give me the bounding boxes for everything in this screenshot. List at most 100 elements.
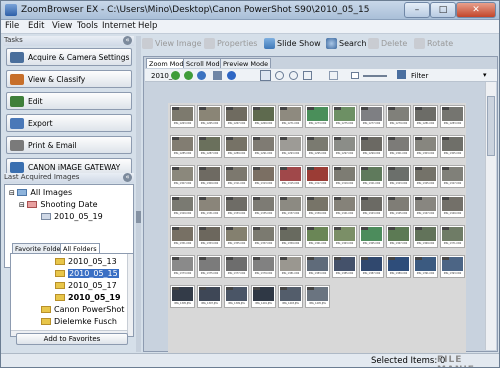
task-button-4[interactable]: Print & Email [6, 136, 132, 154]
image-thumbnail[interactable]: IMG_1301.CR2 [386, 135, 411, 158]
expand-icon[interactable] [329, 71, 338, 80]
panel-splitter[interactable] [136, 36, 141, 352]
forward-icon[interactable] [184, 71, 193, 80]
zoom-out-icon[interactable] [289, 71, 298, 80]
image-thumbnail[interactable]: IMG_1267.CR2 [224, 105, 249, 128]
image-thumbnail[interactable]: IMG_1279.CR2 [386, 105, 411, 128]
image-thumbnail[interactable]: IMG_1307.CR2 [170, 165, 195, 188]
display-options-icon[interactable] [213, 71, 222, 80]
menu-edit[interactable]: Edit [28, 21, 44, 31]
image-thumbnail[interactable]: IMG_1331.CR2 [197, 195, 222, 218]
image-thumbnail[interactable]: IMG_1275.CR2 [332, 105, 357, 128]
image-thumbnail[interactable]: IMG_1283.CR2 [440, 105, 465, 128]
filter-label[interactable]: Filter [411, 72, 428, 80]
task-button-0[interactable]: Acquire & Camera Settings [6, 48, 132, 66]
up-folder-icon[interactable] [197, 71, 206, 80]
collapse-icon[interactable]: « [123, 36, 132, 45]
tree-node-all-images[interactable]: ⊟ All Images [9, 188, 72, 197]
image-thumbnail[interactable]: IMG_1309.CR2 [197, 165, 222, 188]
image-thumbnail[interactable]: IMG_1287.CR2 [197, 135, 222, 158]
filter-icon[interactable] [397, 70, 406, 79]
close-button[interactable]: ✕ [456, 2, 496, 18]
image-thumbnail[interactable]: IMG_1401.JPG [251, 285, 276, 308]
image-thumbnail[interactable]: IMG_1335.CR2 [251, 195, 276, 218]
image-thumbnail[interactable]: IMG_1351.CR2 [170, 225, 195, 248]
image-thumbnail[interactable]: IMG_1379.CR2 [251, 255, 276, 278]
minimize-button[interactable]: – [404, 2, 430, 18]
properties-button[interactable]: Properties [204, 38, 257, 52]
add-to-favorites-button[interactable]: Add to Favorites [16, 333, 128, 345]
image-thumbnail[interactable]: IMG_1399.JPG [224, 285, 249, 308]
image-thumbnail[interactable]: IMG_1269.CR2 [251, 105, 276, 128]
image-thumbnail[interactable]: IMG_1355.CR2 [224, 225, 249, 248]
image-thumbnail[interactable]: IMG_1325.CR2 [413, 165, 438, 188]
task-button-1[interactable]: View & Classify [6, 70, 132, 88]
image-thumbnail[interactable]: IMG_1277.CR2 [359, 105, 384, 128]
image-thumbnail[interactable]: IMG_1359.CR2 [278, 225, 303, 248]
image-thumbnail[interactable]: IMG_1315.CR2 [278, 165, 303, 188]
image-thumbnail[interactable]: IMG_1285.CR2 [170, 135, 195, 158]
task-button-3[interactable]: Export [6, 114, 132, 132]
slideshow-button[interactable]: Slide Show [264, 38, 321, 52]
image-thumbnail[interactable]: IMG_1329.CR2 [170, 195, 195, 218]
tab-all-folders[interactable]: All Folders [60, 243, 100, 253]
image-thumbnail[interactable]: IMG_1317.CR2 [305, 165, 330, 188]
collapse-icon[interactable]: « [123, 173, 132, 182]
select-tool-icon[interactable] [260, 70, 271, 81]
image-thumbnail[interactable]: IMG_1295.CR2 [305, 135, 330, 158]
tab-preview-mode[interactable]: Preview Mode [220, 58, 272, 68]
image-thumbnail[interactable]: IMG_1403.JPG [278, 285, 303, 308]
search-button[interactable]: Search [326, 38, 366, 52]
folder-node[interactable]: Dielemke Fusch [41, 317, 117, 326]
menu-help[interactable]: Help [138, 21, 157, 31]
tree-node-date[interactable]: 2010_05_19 [41, 212, 103, 221]
image-thumbnail[interactable]: IMG_1271.CR2 [278, 105, 303, 128]
task-button-2[interactable]: Edit [6, 92, 132, 110]
folder-tree-scrollbar[interactable] [127, 254, 133, 336]
rotate-button[interactable]: Rotate [414, 38, 453, 52]
image-thumbnail[interactable]: IMG_1375.CR2 [197, 255, 222, 278]
image-thumbnail[interactable]: IMG_1297.CR2 [332, 135, 357, 158]
view-image-button[interactable]: View Image [142, 38, 202, 52]
image-thumbnail[interactable]: IMG_1263.CR2 [170, 105, 195, 128]
folder-node[interactable]: 2010_05_17 [55, 281, 117, 290]
image-thumbnail[interactable]: IMG_1365.CR2 [359, 225, 384, 248]
image-thumbnail[interactable]: IMG_1291.CR2 [251, 135, 276, 158]
scrollbar-thumb[interactable] [487, 96, 495, 156]
image-thumbnail[interactable]: IMG_1303.CR2 [413, 135, 438, 158]
image-thumbnail[interactable]: IMG_1373.CR2 [170, 255, 195, 278]
image-thumbnail[interactable]: IMG_1367.CR2 [386, 225, 411, 248]
image-thumbnail[interactable]: IMG_1289.CR2 [224, 135, 249, 158]
delete-button[interactable]: Delete [368, 38, 407, 52]
image-thumbnail[interactable]: IMG_1265.CR2 [197, 105, 222, 128]
image-thumbnail[interactable]: IMG_1363.CR2 [332, 225, 357, 248]
image-thumbnail[interactable]: IMG_1395.JPG [170, 285, 195, 308]
image-thumbnail[interactable]: IMG_1337.CR2 [278, 195, 303, 218]
image-thumbnail[interactable]: IMG_1333.CR2 [224, 195, 249, 218]
zoom-slider-track[interactable] [363, 75, 387, 77]
image-thumbnail[interactable]: IMG_1383.CR2 [305, 255, 330, 278]
image-thumbnail[interactable]: IMG_1347.CR2 [413, 195, 438, 218]
image-thumbnail[interactable]: IMG_1377.CR2 [224, 255, 249, 278]
thumbnail-scrollbar[interactable] [485, 82, 496, 350]
image-thumbnail[interactable]: IMG_1397.JPG [197, 285, 222, 308]
folder-node[interactable]: 2010_05_19 [55, 293, 121, 302]
image-thumbnail[interactable]: IMG_1343.CR2 [359, 195, 384, 218]
image-thumbnail[interactable]: IMG_1321.CR2 [359, 165, 384, 188]
image-thumbnail[interactable]: IMG_1281.CR2 [413, 105, 438, 128]
image-thumbnail[interactable]: IMG_1405.JPG [305, 285, 330, 308]
fit-icon[interactable] [303, 71, 312, 80]
image-thumbnail[interactable]: IMG_1327.CR2 [440, 165, 465, 188]
image-thumbnail[interactable]: IMG_1371.CR2 [440, 225, 465, 248]
image-thumbnail[interactable]: IMG_1293.CR2 [278, 135, 303, 158]
folder-node[interactable]: 2010_05_13 [55, 257, 117, 266]
image-thumbnail[interactable]: IMG_1341.CR2 [332, 195, 357, 218]
maximize-button[interactable]: □ [430, 2, 456, 18]
image-thumbnail[interactable]: IMG_1353.CR2 [197, 225, 222, 248]
image-thumbnail[interactable]: IMG_1349.CR2 [440, 195, 465, 218]
splitter-grip-icon[interactable] [136, 211, 141, 223]
image-thumbnail[interactable]: IMG_1323.CR2 [386, 165, 411, 188]
menu-file[interactable]: File [5, 21, 19, 31]
image-thumbnail[interactable]: IMG_1319.CR2 [332, 165, 357, 188]
folder-node[interactable]: 2010_05_15 [55, 269, 119, 278]
